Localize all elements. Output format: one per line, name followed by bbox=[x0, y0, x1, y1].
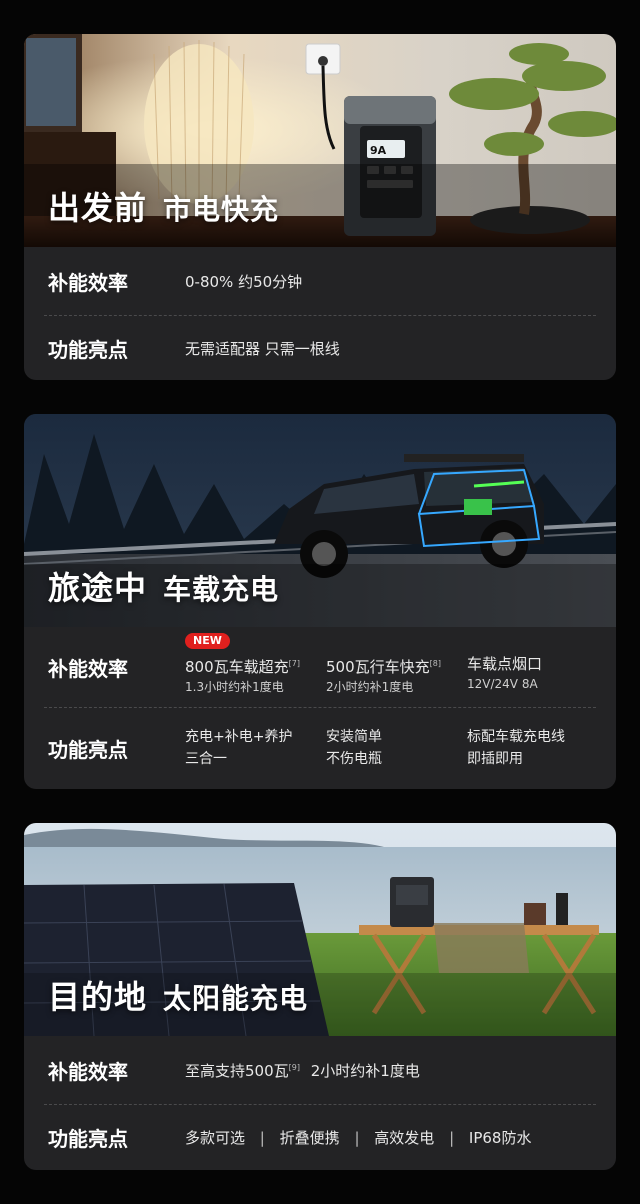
row-label: 功能亮点 bbox=[48, 1126, 128, 1151]
feature-item: 多款可选 bbox=[185, 1128, 246, 1147]
card-destination: 目的地 太阳能充电 补能效率 至高支持500瓦[9] 2小时约补1度电 功能亮点… bbox=[24, 823, 616, 1170]
efficiency-sub: 1.3小时约补1度电 bbox=[185, 679, 284, 694]
feature-item: 安装简单 不伤电瓶 bbox=[326, 726, 467, 770]
row-features: 功能亮点 多款可选 | 折叠便携 | 高效发电 | IP68防水 bbox=[24, 1105, 616, 1169]
hero-title: 旅途中 车载充电 bbox=[48, 563, 279, 609]
row-value: 无需适配器 只需一根线 bbox=[185, 339, 340, 358]
hero-title-main: 旅途中 bbox=[48, 569, 148, 607]
hero-title-sub: 车载充电 bbox=[163, 573, 280, 606]
row-label: 补能效率 bbox=[48, 1059, 128, 1084]
row-features: 功能亮点 充电+补电+养护 三合一 安装简单 不伤电瓶 标配车载充电线 即插即用 bbox=[24, 708, 616, 788]
hero-image-home: 9A 出发前 市电快充 bbox=[24, 34, 616, 247]
efficiency-item: 500瓦行车快充[8] 2小时约补1度电 bbox=[326, 653, 467, 696]
footnote-ref[interactable]: [9] bbox=[289, 1063, 300, 1072]
row-label: 补能效率 bbox=[48, 656, 128, 681]
efficiency-tail: 2小时约补1度电 bbox=[310, 1061, 420, 1080]
footnote-ref[interactable]: [8] bbox=[430, 659, 441, 668]
efficiency-title: 车载点烟口 bbox=[467, 654, 543, 673]
row-efficiency: 补能效率 NEW 800瓦车载超充[7] 1.3小时约补1度电 500瓦行车快充… bbox=[24, 627, 616, 707]
feature-line: 三合一 bbox=[185, 751, 227, 767]
hero-title-main: 出发前 bbox=[48, 189, 148, 227]
hero-title-sub: 太阳能充电 bbox=[163, 982, 309, 1015]
feature-line: 即插即用 bbox=[467, 751, 523, 767]
hero-image-solar: 目的地 太阳能充电 bbox=[24, 823, 616, 1036]
efficiency-value: 至高支持500瓦 bbox=[185, 1061, 289, 1080]
efficiency-title: 500瓦行车快充 bbox=[326, 657, 430, 676]
feature-item: 充电+补电+养护 三合一 bbox=[185, 726, 326, 770]
feature-columns: 充电+补电+养护 三合一 安装简单 不伤电瓶 标配车载充电线 即插即用 bbox=[185, 726, 608, 770]
hero-title-sub: 市电快充 bbox=[163, 193, 280, 226]
efficiency-item: NEW 800瓦车载超充[7] 1.3小时约补1度电 bbox=[185, 632, 326, 696]
feature-separator: | bbox=[449, 1128, 455, 1147]
row-value: 多款可选 | 折叠便携 | 高效发电 | IP68防水 bbox=[185, 1127, 531, 1148]
efficiency-title: 800瓦车载超充 bbox=[185, 657, 289, 676]
new-badge: NEW bbox=[185, 632, 230, 649]
feature-line: 安装简单 bbox=[326, 729, 382, 745]
feature-line: 标配车载充电线 bbox=[467, 729, 565, 745]
row-value: 至高支持500瓦[9] 2小时约补1度电 bbox=[185, 1060, 420, 1081]
card-on-the-road: 旅途中 车载充电 补能效率 NEW 800瓦车载超充[7] 1.3小时约补1度电… bbox=[24, 414, 616, 789]
hero-image-car: 旅途中 车载充电 bbox=[24, 414, 616, 627]
feature-item: 折叠便携 bbox=[279, 1128, 340, 1147]
device-display-text: 9A bbox=[370, 144, 387, 157]
footnote-ref[interactable]: [7] bbox=[289, 659, 300, 668]
efficiency-sub: 12V/24V 8A bbox=[467, 676, 538, 691]
feature-line: 不伤电瓶 bbox=[326, 751, 382, 767]
row-value: 0-80% 约50分钟 bbox=[185, 272, 303, 291]
row-label: 补能效率 bbox=[48, 270, 128, 295]
efficiency-columns: NEW 800瓦车载超充[7] 1.3小时约补1度电 500瓦行车快充[8] 2… bbox=[185, 632, 608, 696]
efficiency-item: 车载点烟口 12V/24V 8A bbox=[467, 653, 608, 696]
efficiency-sub: 2小时约补1度电 bbox=[326, 679, 414, 694]
hero-title-main: 目的地 bbox=[48, 978, 148, 1016]
row-efficiency: 补能效率 至高支持500瓦[9] 2小时约补1度电 bbox=[24, 1036, 616, 1104]
feature-separator: | bbox=[354, 1128, 360, 1147]
feature-item: 标配车载充电线 即插即用 bbox=[467, 726, 608, 770]
row-efficiency: 补能效率 0-80% 约50分钟 bbox=[24, 247, 616, 315]
hero-title: 目的地 太阳能充电 bbox=[48, 972, 308, 1018]
row-label: 功能亮点 bbox=[48, 337, 128, 362]
feature-item: 高效发电 bbox=[374, 1128, 435, 1147]
feature-separator: | bbox=[259, 1128, 265, 1147]
feature-item: IP68防水 bbox=[468, 1128, 532, 1147]
card-before-departure: 9A 出发前 市电快充 补能效率 0-80% 约50分钟 功能亮点 无需适配器 … bbox=[24, 34, 616, 380]
feature-line: 充电+补电+养护 bbox=[185, 729, 293, 745]
row-features: 功能亮点 无需适配器 只需一根线 bbox=[24, 316, 616, 380]
row-label: 功能亮点 bbox=[48, 737, 128, 762]
hero-title: 出发前 市电快充 bbox=[48, 183, 279, 229]
